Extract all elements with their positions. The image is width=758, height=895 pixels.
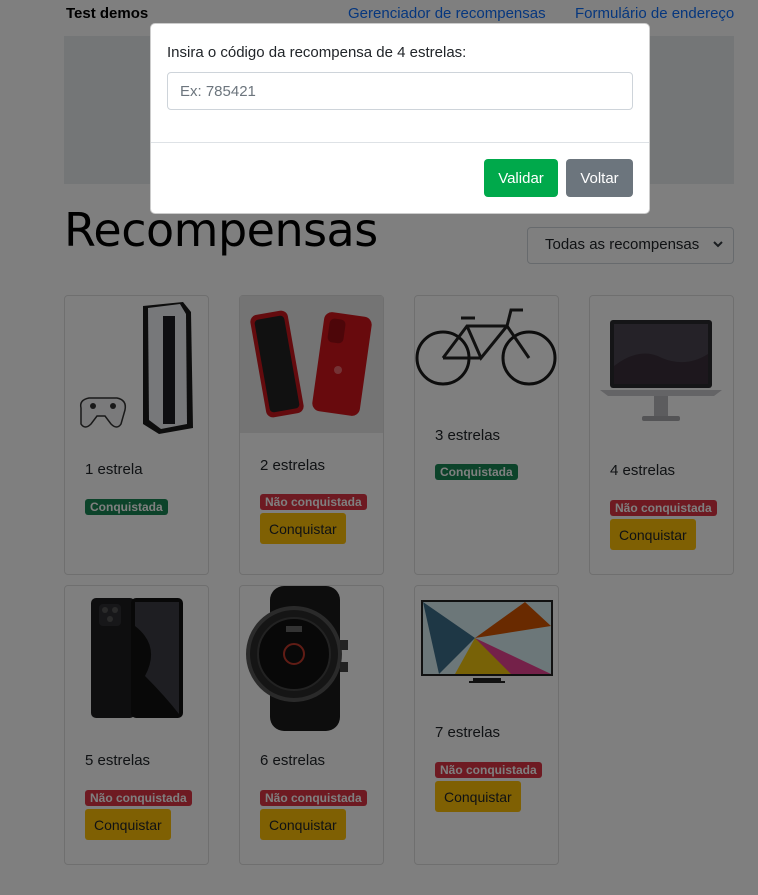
reward-code-input[interactable] bbox=[167, 72, 633, 110]
modal-prompt: Insira o código da recompensa de 4 estre… bbox=[167, 44, 467, 61]
validate-button[interactable]: Validar bbox=[484, 159, 558, 197]
reward-code-modal: Insira o código da recompensa de 4 estre… bbox=[150, 23, 650, 214]
modal-divider bbox=[151, 142, 649, 143]
back-button[interactable]: Voltar bbox=[566, 159, 633, 197]
